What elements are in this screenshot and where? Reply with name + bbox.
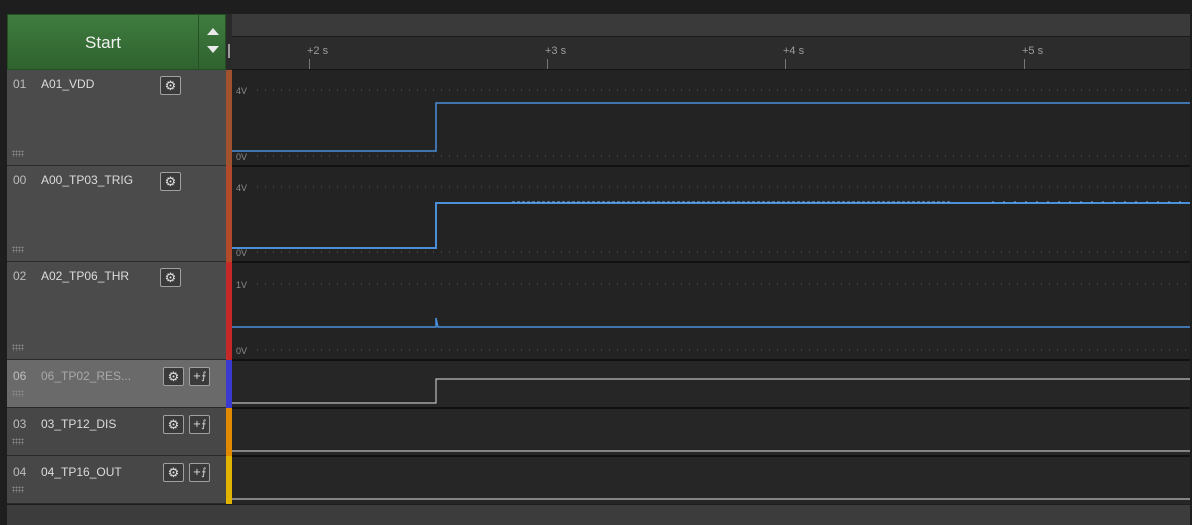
time-tick-mark: [785, 59, 786, 69]
logic-analyzer-window: Start 01 A01_VDD ⚙ 00 A00_TP03_TRIG ⚙ 02…: [0, 0, 1192, 525]
bottom-status-bar: [7, 505, 1190, 525]
time-ruler[interactable]: +2 s +3 s +4 s +5 s: [232, 37, 1190, 70]
drag-handle-icon[interactable]: [12, 390, 24, 397]
digital-lane-06: [232, 360, 1190, 408]
y-axis-label: 0V: [236, 248, 247, 258]
channel-settings-gear-icon[interactable]: ⚙: [160, 172, 181, 191]
y-axis-label: 4V: [236, 86, 247, 96]
channel-settings-gear-icon[interactable]: ⚙: [163, 415, 184, 434]
channel-number: 01: [13, 77, 27, 91]
start-button-label: Start: [85, 33, 121, 52]
time-tick-label: +5 s: [1022, 45, 1044, 57]
channel-row-02[interactable]: 02 A02_TP06_THR ⚙: [7, 262, 226, 360]
start-mode-spinner[interactable]: [198, 15, 227, 71]
time-tick-label: +3 s: [545, 45, 567, 57]
channel-name[interactable]: 04_TP16_OUT: [41, 465, 153, 479]
chevron-up-icon[interactable]: [207, 28, 219, 35]
digital-lane-03: [232, 408, 1190, 456]
trigger-edge-icon[interactable]: +⨍: [189, 463, 210, 482]
channel-name[interactable]: A01_VDD: [41, 77, 153, 91]
divider-grip-icon[interactable]: [228, 44, 230, 58]
channel-number: 06: [13, 369, 27, 383]
time-tick-label: +4 s: [783, 45, 805, 57]
channel-settings-gear-icon[interactable]: ⚙: [163, 367, 184, 386]
channel-row-01[interactable]: 01 A01_VDD ⚙: [7, 70, 226, 166]
digital-lane-04: [232, 456, 1190, 504]
channel-number: 00: [13, 173, 27, 187]
trigger-edge-icon[interactable]: +⨍: [189, 367, 210, 386]
analog-lane-02: [232, 262, 1190, 360]
time-overview-bar[interactable]: [232, 14, 1190, 37]
y-axis-label: 0V: [236, 346, 247, 356]
drag-handle-icon[interactable]: [12, 486, 24, 493]
chevron-down-icon[interactable]: [207, 46, 219, 53]
time-tick-mark: [547, 59, 548, 69]
channel-number: 04: [13, 465, 27, 479]
drag-handle-icon[interactable]: [12, 150, 24, 157]
start-button[interactable]: Start: [7, 14, 227, 71]
channel-number: 03: [13, 417, 27, 431]
channel-row-00[interactable]: 00 A00_TP03_TRIG ⚙: [7, 166, 226, 262]
drag-handle-icon[interactable]: [12, 246, 24, 253]
channel-row-03[interactable]: 03 03_TP12_DIS ⚙ +⨍: [7, 408, 226, 456]
channel-name[interactable]: 06_TP02_RES...: [41, 369, 153, 383]
y-axis-label: 1V: [236, 280, 247, 290]
channel-row-04[interactable]: 04 04_TP16_OUT ⚙ +⨍: [7, 456, 226, 504]
channel-name[interactable]: A02_TP06_THR: [41, 269, 153, 283]
panel-divider[interactable]: [226, 14, 232, 70]
trigger-edge-icon[interactable]: +⨍: [189, 415, 210, 434]
channel-row-06[interactable]: 06 06_TP02_RES... ⚙ +⨍: [7, 360, 226, 408]
y-axis-label: 4V: [236, 183, 247, 193]
drag-handle-icon[interactable]: [12, 344, 24, 351]
channel-settings-gear-icon[interactable]: ⚙: [160, 76, 181, 95]
channel-name[interactable]: 03_TP12_DIS: [41, 417, 153, 431]
channel-name[interactable]: A00_TP03_TRIG: [41, 173, 153, 187]
drag-handle-icon[interactable]: [12, 438, 24, 445]
waveform-traces: 4V 0V 4V 0V 1V 0V: [232, 70, 1190, 504]
channel-number: 02: [13, 269, 27, 283]
channel-settings-gear-icon[interactable]: ⚙: [163, 463, 184, 482]
channel-settings-gear-icon[interactable]: ⚙: [160, 268, 181, 287]
time-tick-mark: [309, 59, 310, 69]
time-tick-label: +2 s: [307, 45, 329, 57]
time-tick-mark: [1024, 59, 1025, 69]
y-axis-label: 0V: [236, 152, 247, 162]
